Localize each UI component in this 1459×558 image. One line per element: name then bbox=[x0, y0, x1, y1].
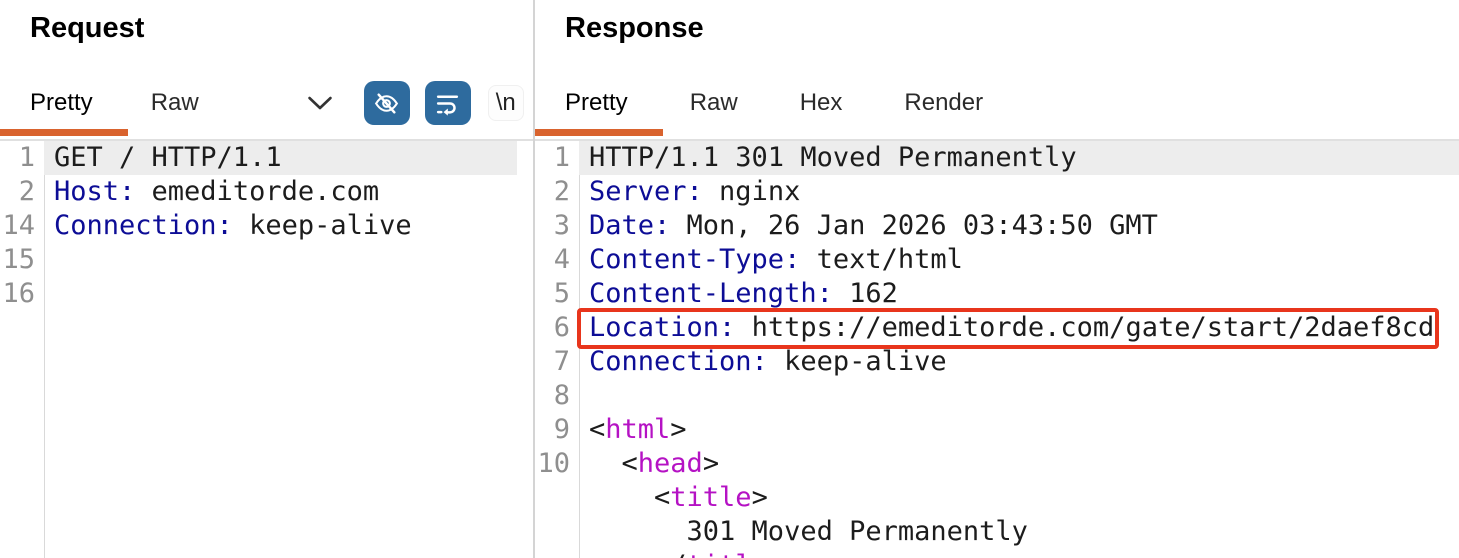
http-message-viewer: Request Pretty Raw \n 1 GET / HTTP/1.1 2… bbox=[0, 0, 1459, 558]
code-line[interactable]: 5 Content-Length: 162 bbox=[535, 277, 1459, 311]
line-number: 14 bbox=[2, 210, 35, 241]
line-number: 6 bbox=[553, 312, 570, 343]
request-tab-pretty[interactable]: Pretty bbox=[30, 89, 93, 117]
eye-off-button[interactable] bbox=[363, 81, 410, 125]
line-text: </title> bbox=[579, 549, 1459, 558]
line-number bbox=[535, 515, 579, 549]
word-wrap-icon bbox=[437, 95, 459, 116]
line-text bbox=[579, 379, 1459, 413]
response-tab-render[interactable]: Render bbox=[904, 89, 983, 117]
line-number bbox=[535, 481, 579, 515]
code-line[interactable]: 10 <head> bbox=[535, 447, 1459, 481]
line-number: 2 bbox=[553, 176, 570, 207]
line-number: 1 bbox=[553, 142, 570, 173]
line-number: 7 bbox=[553, 346, 570, 377]
code-line[interactable]: 16 bbox=[0, 277, 517, 311]
request-panel: Request Pretty Raw \n 1 GET / HTTP/1.1 2… bbox=[0, 0, 533, 558]
line-text: Connection: keep-alive bbox=[54, 210, 412, 241]
line-text: Server: nginx bbox=[589, 176, 801, 207]
line-number: 15 bbox=[2, 244, 35, 275]
request-tab-raw[interactable]: Raw bbox=[151, 89, 199, 117]
line-text bbox=[44, 277, 517, 311]
response-tab-hex[interactable]: Hex bbox=[800, 89, 843, 117]
eye-off-icon bbox=[375, 92, 399, 114]
response-editor[interactable]: 1 HTTP/1.1 301 Moved Permanently 2 Server: … bbox=[535, 141, 1459, 558]
line-text: Host: emeditorde.com bbox=[54, 176, 380, 207]
active-tab-underline bbox=[535, 129, 663, 136]
line-number: 1 bbox=[18, 142, 35, 173]
line-text: Content-Length: 162 bbox=[589, 278, 898, 309]
request-code-lines: 1 GET / HTTP/1.1 2 Host: emeditorde.com 14 Co… bbox=[0, 141, 517, 311]
line-number: 5 bbox=[553, 278, 570, 309]
line-number: 8 bbox=[553, 380, 570, 411]
line-text: <html> bbox=[589, 414, 687, 445]
code-line[interactable]: 2 Server: nginx bbox=[535, 175, 1459, 209]
code-line[interactable]: <title> bbox=[535, 481, 1459, 515]
request-tabbar: Pretty Raw \n bbox=[0, 75, 533, 141]
response-tabbar: Pretty Raw Hex Render bbox=[535, 75, 1459, 141]
line-text: <title> bbox=[589, 482, 768, 513]
response-code-lines: 1 HTTP/1.1 301 Moved Permanently 2 Server: … bbox=[535, 141, 1459, 558]
code-line[interactable]: 1 GET / HTTP/1.1 bbox=[0, 141, 517, 175]
word-wrap-button[interactable] bbox=[424, 81, 471, 125]
code-line[interactable]: 301 Moved Permanently bbox=[535, 515, 1459, 549]
response-panel: Response Pretty Raw Hex Render 1 HTTP/1.1… bbox=[535, 0, 1459, 558]
code-line[interactable]: 4 Content-Type: text/html bbox=[535, 243, 1459, 277]
code-line[interactable]: </title> bbox=[535, 549, 1459, 558]
line-text: GET / HTTP/1.1 bbox=[44, 141, 517, 175]
line-text: <head> bbox=[589, 448, 720, 479]
code-line[interactable]: 3 Date: Mon, 26 Jan 2026 03:43:50 GMT bbox=[535, 209, 1459, 243]
active-tab-underline bbox=[0, 129, 128, 136]
request-panel-title: Request bbox=[30, 12, 145, 44]
code-line[interactable]: 8 bbox=[535, 379, 1459, 413]
line-number: 2 bbox=[18, 176, 35, 207]
code-line[interactable]: 7 Connection: keep-alive bbox=[535, 345, 1459, 379]
code-line[interactable]: 1 HTTP/1.1 301 Moved Permanently bbox=[535, 141, 1459, 175]
line-text: Date: Mon, 26 Jan 2026 03:43:50 GMT bbox=[589, 210, 1158, 241]
response-tab-pretty[interactable]: Pretty bbox=[565, 89, 628, 117]
line-text: Connection: keep-alive bbox=[589, 346, 947, 377]
tab-options-chevron[interactable] bbox=[307, 95, 333, 111]
line-text: Content-Type: text/html bbox=[589, 244, 963, 275]
response-panel-title: Response bbox=[565, 12, 704, 44]
line-text bbox=[44, 243, 517, 277]
code-line[interactable]: 6 Location: https://emeditorde.com/gate/s… bbox=[535, 308, 1459, 349]
code-line[interactable]: 9 <html> bbox=[535, 413, 1459, 447]
chevron-down-icon bbox=[307, 96, 332, 110]
line-number: 4 bbox=[553, 244, 570, 275]
response-tab-raw[interactable]: Raw bbox=[690, 89, 738, 117]
code-line[interactable]: 14 Connection: keep-alive bbox=[0, 209, 517, 243]
code-line[interactable]: 2 Host: emeditorde.com bbox=[0, 175, 517, 209]
request-editor[interactable]: 1 GET / HTTP/1.1 2 Host: emeditorde.com 14 Co… bbox=[0, 141, 533, 558]
newline-toggle-button[interactable]: \n bbox=[487, 85, 524, 121]
code-line[interactable]: 15 bbox=[0, 243, 517, 277]
line-text: 301 Moved Permanently bbox=[589, 516, 1028, 547]
line-number: 16 bbox=[2, 278, 35, 309]
line-number: 3 bbox=[553, 210, 570, 241]
line-text: Location: https://emeditorde.com/gate/st… bbox=[589, 312, 1435, 343]
line-number: 9 bbox=[553, 414, 570, 445]
line-number: 10 bbox=[537, 448, 570, 479]
line-text: HTTP/1.1 301 Moved Permanently bbox=[579, 141, 1459, 175]
line-number bbox=[535, 549, 579, 558]
